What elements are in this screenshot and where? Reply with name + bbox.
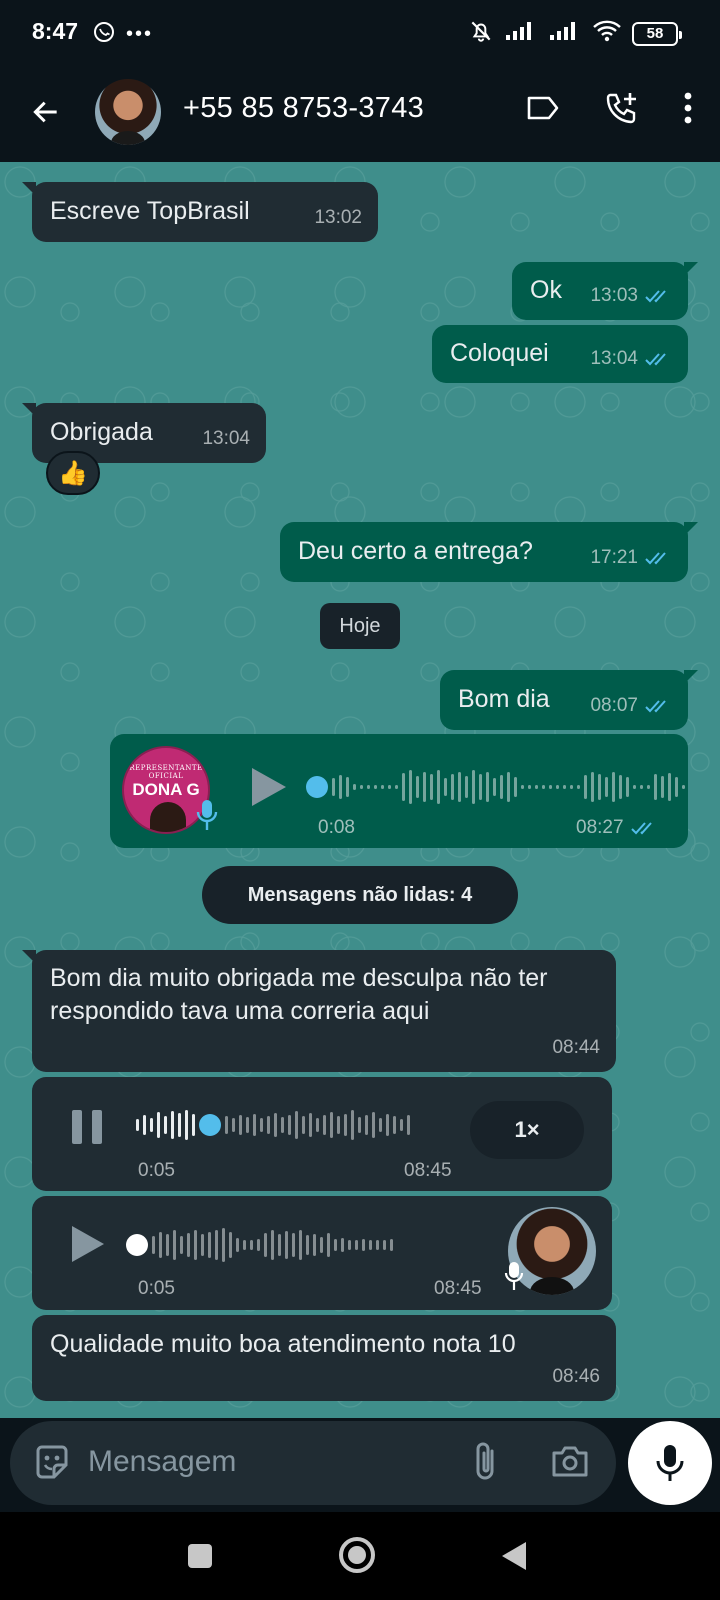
playhead[interactable] [126, 1234, 148, 1256]
contact-avatar[interactable] [95, 79, 161, 145]
voice-waveform[interactable] [306, 770, 685, 804]
signal-icon [504, 20, 538, 47]
contact-name[interactable]: +55 85 8753-3743 [183, 92, 424, 125]
message-time: 13:04 [590, 342, 672, 375]
microphone-icon [656, 1445, 684, 1481]
playhead[interactable] [199, 1114, 221, 1136]
message-outgoing[interactable]: Deu certo a entrega? 17:21 [280, 522, 698, 582]
overflow-menu-icon[interactable] [684, 92, 692, 129]
header-actions [526, 90, 692, 131]
voice-time: 08:27 [576, 817, 658, 839]
message-outgoing[interactable]: Bom dia 08:07 [440, 670, 698, 730]
message-time: 13:03 [590, 279, 672, 312]
record-voice-button[interactable] [628, 1421, 712, 1505]
status-right-icons: 58 [468, 18, 682, 49]
unread-messages-banner: Mensagens não lidas: 4 [202, 866, 518, 924]
pause-icon[interactable] [70, 1108, 104, 1151]
whatsapp-icon [92, 20, 116, 49]
signal-icon-2 [548, 20, 582, 47]
message-time: 08:46 [552, 1366, 600, 1387]
recents-square-icon[interactable] [186, 1542, 214, 1575]
voice-position: 0:05 [138, 1160, 175, 1181]
message-incoming[interactable]: Qualidade muito boa atendimento nota 10 … [32, 1315, 616, 1401]
mic-badge-icon [504, 1260, 524, 1297]
message-incoming[interactable]: Escreve TopBrasil 13:02 [22, 182, 378, 242]
label-icon[interactable] [526, 93, 560, 128]
play-icon[interactable] [250, 766, 288, 813]
message-time: 08:07 [590, 689, 672, 722]
reaction-thumbs-up[interactable]: 👍 [46, 451, 100, 495]
message-text: Bom dia muito obrigada me desculpa não t… [50, 964, 548, 1025]
message-outgoing[interactable]: Coloquei 13:04 [432, 325, 688, 383]
voice-waveform[interactable] [136, 1110, 410, 1140]
message-composer[interactable]: Mensagem [10, 1421, 616, 1505]
message-time: 17:21 [590, 541, 672, 574]
wifi-icon [592, 19, 622, 48]
chat-header: +55 85 8753-3743 [0, 68, 720, 162]
read-ticks-icon [630, 822, 652, 835]
read-ticks-icon [645, 352, 666, 365]
back-triangle-icon[interactable] [500, 1540, 528, 1577]
read-ticks-icon [645, 551, 666, 564]
home-circle-icon[interactable] [338, 1536, 376, 1579]
read-ticks-icon [645, 699, 666, 712]
more-notifications-icon: ••• [126, 23, 154, 45]
mic-badge-icon [196, 798, 218, 837]
read-ticks-icon [645, 289, 666, 302]
message-time: 13:02 [314, 207, 362, 228]
battery-icon: 58 [632, 21, 682, 46]
muted-bell-icon [468, 18, 494, 49]
message-input[interactable]: Mensagem [88, 1445, 236, 1479]
system-nav-bar [0, 1512, 720, 1600]
back-arrow-icon[interactable] [26, 92, 66, 132]
voice-duration: 0:05 [138, 1278, 175, 1299]
playhead[interactable] [306, 776, 328, 798]
add-call-icon[interactable] [604, 90, 640, 131]
play-icon[interactable] [70, 1224, 106, 1269]
voice-time: 08:45 [404, 1160, 452, 1181]
status-time: 8:47 [32, 18, 79, 44]
voice-waveform[interactable] [126, 1228, 393, 1262]
sticker-emoji-icon[interactable] [32, 1443, 72, 1488]
message-incoming[interactable]: Bom dia muito obrigada me desculpa não t… [22, 950, 616, 1072]
status-bar: 8:47 ••• 58 [0, 0, 720, 68]
playback-speed-button[interactable]: 1× [470, 1101, 584, 1159]
voice-time: 08:45 [434, 1278, 482, 1299]
camera-icon[interactable] [550, 1443, 590, 1484]
message-time: 13:04 [202, 428, 250, 449]
message-time: 08:44 [552, 1037, 600, 1058]
status-left-icons: ••• [92, 20, 153, 49]
voice-duration: 0:08 [318, 817, 355, 838]
attach-icon[interactable] [472, 1441, 500, 1488]
message-text: Qualidade muito boa atendimento nota 10 [50, 1330, 516, 1358]
date-chip: Hoje [320, 603, 400, 649]
message-outgoing[interactable]: Ok 13:03 [512, 262, 698, 320]
